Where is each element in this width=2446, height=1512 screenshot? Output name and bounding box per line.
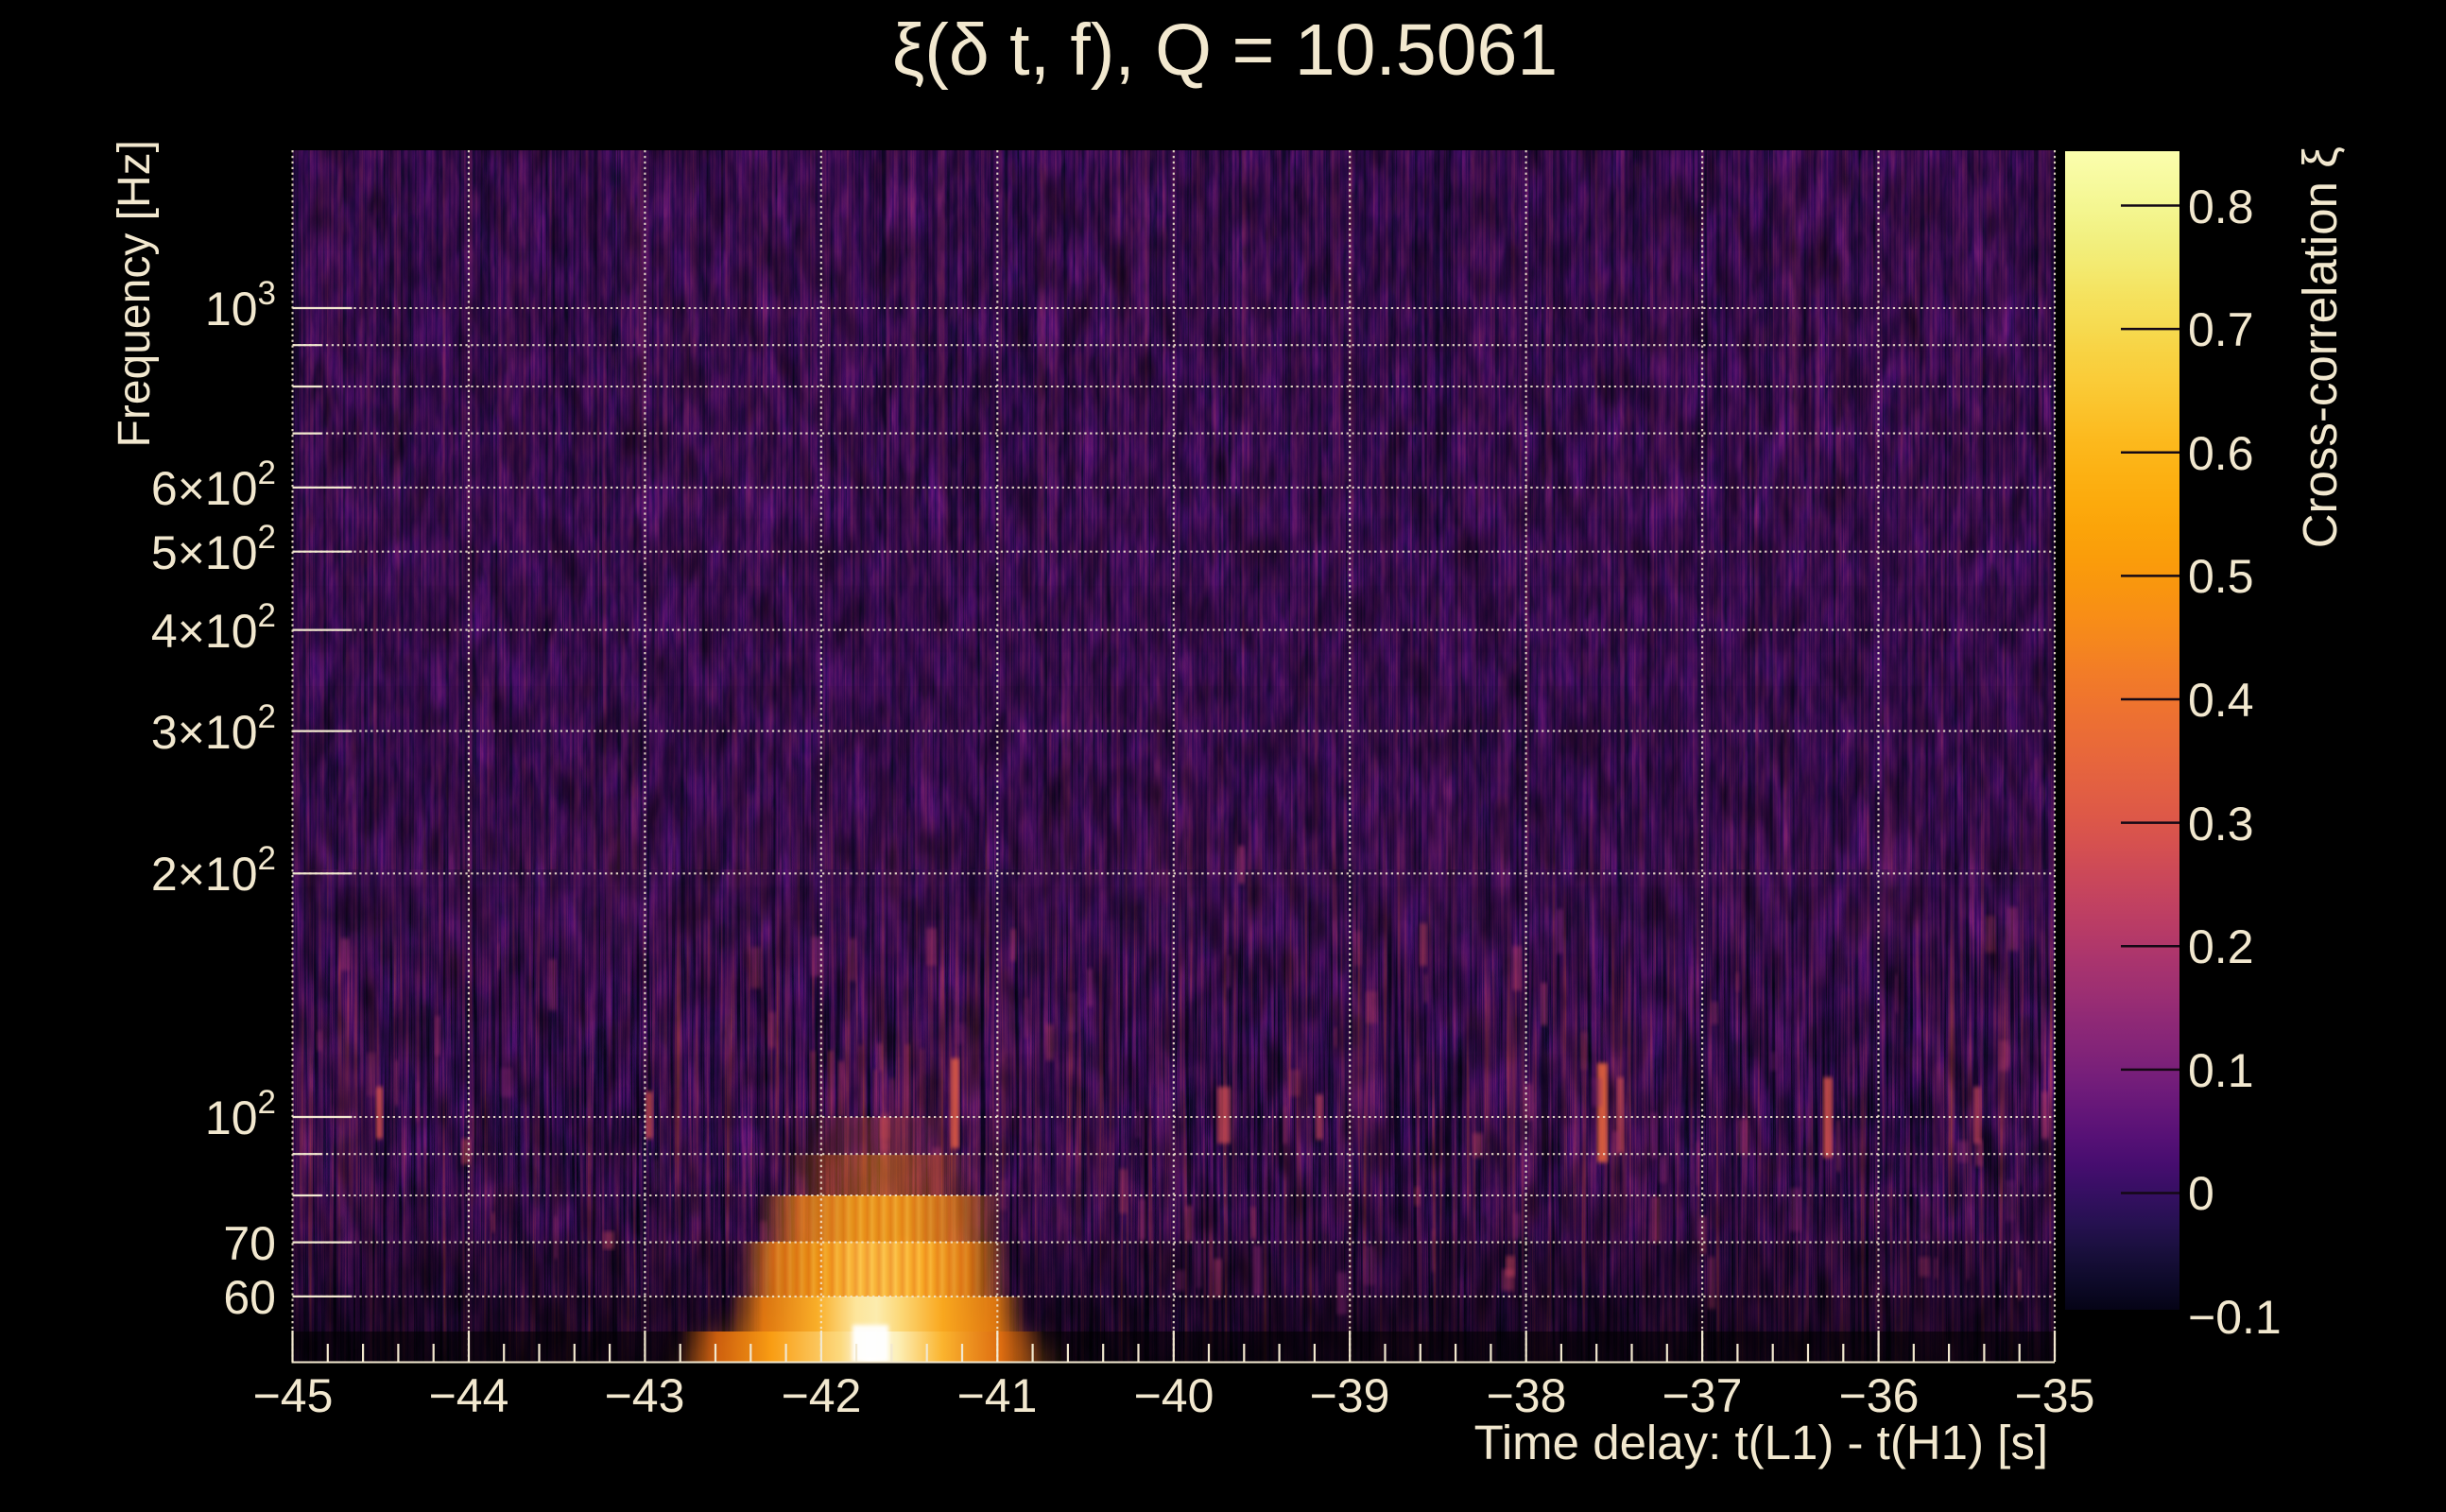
svg-text:0.2: 0.2	[2188, 920, 2254, 973]
svg-text:−38: −38	[1487, 1369, 1567, 1422]
svg-text:6×102: 6×102	[151, 455, 276, 515]
svg-text:0.8: 0.8	[2188, 180, 2254, 233]
svg-text:0.3: 0.3	[2188, 798, 2254, 850]
svg-text:−44: −44	[429, 1369, 509, 1422]
svg-text:Frequency [Hz]: Frequency [Hz]	[110, 140, 160, 447]
svg-text:60: 60	[223, 1271, 276, 1324]
svg-text:0.6: 0.6	[2188, 427, 2254, 480]
svg-text:5×102: 5×102	[151, 519, 276, 579]
svg-text:−39: −39	[1310, 1369, 1390, 1422]
svg-text:−43: −43	[605, 1369, 685, 1422]
svg-text:−37: −37	[1662, 1369, 1743, 1422]
svg-text:4×102: 4×102	[151, 597, 276, 658]
svg-text:0.5: 0.5	[2188, 550, 2254, 603]
svg-text:−42: −42	[782, 1369, 862, 1422]
svg-text:0: 0	[2188, 1167, 2214, 1220]
svg-text:3×102: 3×102	[151, 698, 276, 759]
svg-text:70: 70	[223, 1217, 276, 1270]
svg-text:−40: −40	[1134, 1369, 1214, 1422]
svg-text:Time delay: t(L1) - t(H1) [s]: Time delay: t(L1) - t(H1) [s]	[1474, 1416, 2048, 1469]
svg-text:2×102: 2×102	[151, 840, 276, 901]
svg-text:−36: −36	[1839, 1369, 1920, 1422]
svg-text:−41: −41	[957, 1369, 1038, 1422]
svg-text:ξ(δ t, f), Q = 10.5061: ξ(δ t, f), Q = 10.5061	[892, 9, 1558, 91]
svg-text:0.1: 0.1	[2188, 1044, 2254, 1097]
svg-text:Cross-correlation ξ: Cross-correlation ξ	[2293, 146, 2347, 548]
svg-text:0.4: 0.4	[2188, 674, 2254, 727]
svg-text:−45: −45	[253, 1369, 334, 1422]
svg-text:−0.1: −0.1	[2188, 1291, 2282, 1344]
svg-text:−35: −35	[2015, 1369, 2095, 1422]
svg-text:0.7: 0.7	[2188, 303, 2254, 356]
